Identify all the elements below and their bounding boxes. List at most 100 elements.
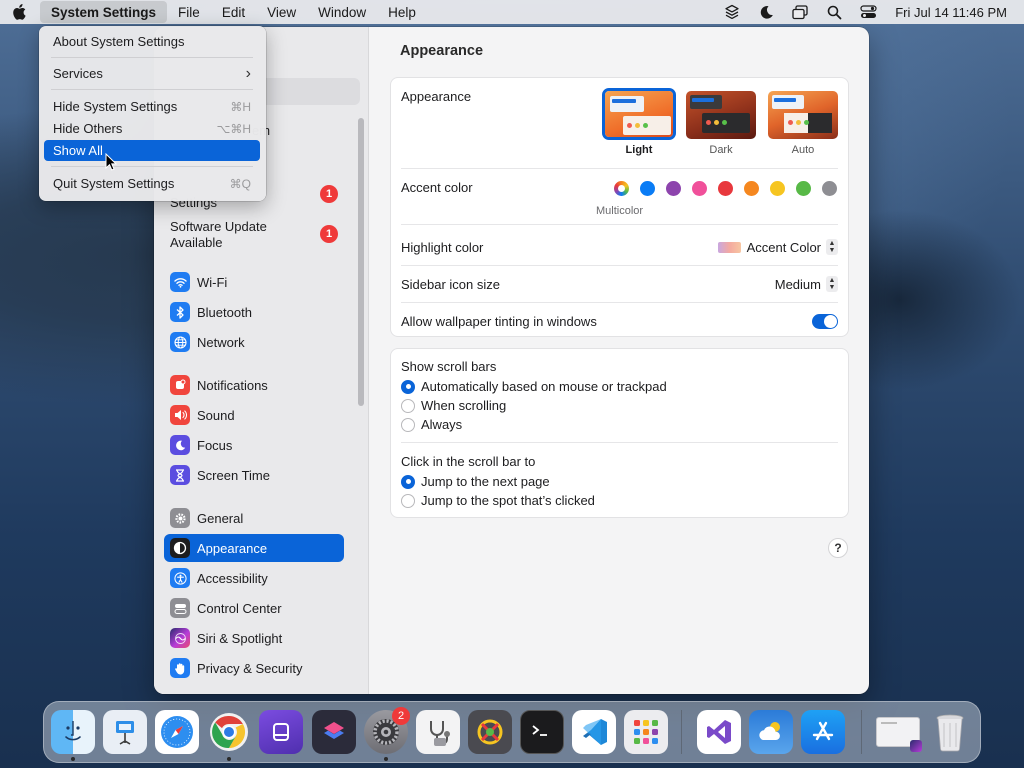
sidebar-item-wifi[interactable]: Wi-Fi xyxy=(164,268,344,296)
moon-icon xyxy=(170,435,190,455)
appearance-dark-option[interactable] xyxy=(686,91,756,139)
accent-purple-swatch[interactable] xyxy=(666,181,681,196)
icon-size-value: Medium xyxy=(774,276,821,292)
menu-item-hide[interactable]: Hide System Settings ⌘H xyxy=(44,96,260,117)
menu-view[interactable]: View xyxy=(256,1,307,23)
sidebar-item-bluetooth[interactable]: Bluetooth xyxy=(164,298,344,326)
chevron-updown-icon: ▲ ▼ xyxy=(826,239,838,255)
dock-separator xyxy=(681,710,682,754)
wifi-icon xyxy=(170,272,190,292)
sidebar-item-label: Bluetooth xyxy=(197,304,252,320)
sidebar-scrollbar[interactable] xyxy=(358,118,364,406)
appearance-icon xyxy=(170,538,190,558)
menu-item-label: Hide Others xyxy=(53,121,123,136)
sidebar-item-privacy-security[interactable]: Privacy & Security xyxy=(164,654,344,682)
accent-green-swatch[interactable] xyxy=(796,181,811,196)
help-button[interactable]: ? xyxy=(828,538,848,558)
menu-help[interactable]: Help xyxy=(377,1,427,23)
jump-next-page-option[interactable]: Jump to the next page xyxy=(401,474,550,489)
sidebar-item-control-center[interactable]: Control Center xyxy=(164,594,344,622)
highlight-color-label: Highlight color xyxy=(401,240,484,255)
chrome-icon[interactable] xyxy=(207,710,251,754)
scroll-when-scrolling-option[interactable]: When scrolling xyxy=(401,398,506,413)
sidebar-item-notifications[interactable]: Notifications xyxy=(164,371,344,399)
sidebar-item-accessibility[interactable]: Accessibility xyxy=(164,564,344,592)
sidebar-software-update[interactable]: Software Update Available xyxy=(170,219,267,251)
menu-item-services[interactable]: Services › xyxy=(44,63,260,84)
appearance-auto-label: Auto xyxy=(791,144,815,156)
sidebar-item-siri-spotlight[interactable]: Siri & Spotlight xyxy=(164,624,344,652)
weather-icon[interactable] xyxy=(749,710,793,754)
menu-item-about[interactable]: About System Settings xyxy=(44,31,260,52)
sidebar-item-sound[interactable]: Sound xyxy=(164,401,344,429)
menu-app-name[interactable]: System Settings xyxy=(40,1,168,23)
menu-window[interactable]: Window xyxy=(307,1,377,23)
vscode-icon[interactable] xyxy=(572,710,616,754)
menu-item-quit[interactable]: Quit System Settings ⌘Q xyxy=(44,173,260,194)
app-store-icon[interactable] xyxy=(801,710,845,754)
launchpad-icon[interactable] xyxy=(624,710,668,754)
accent-orange-swatch[interactable] xyxy=(744,181,759,196)
search-icon[interactable] xyxy=(817,0,851,24)
apple-menu-icon[interactable] xyxy=(0,0,38,24)
visual-studio-icon[interactable] xyxy=(697,710,741,754)
sidebar-item-screen-time[interactable]: Screen Time xyxy=(164,461,344,489)
divider xyxy=(401,224,838,225)
speaker-icon xyxy=(170,405,190,425)
menu-file[interactable]: File xyxy=(167,1,211,23)
moon-icon[interactable] xyxy=(749,0,783,24)
bluetooth-icon xyxy=(170,302,190,322)
menu-edit[interactable]: Edit xyxy=(211,1,256,23)
icon-size-popup[interactable]: Medium ▲ ▼ xyxy=(775,276,838,292)
sidebar-item-focus[interactable]: Focus xyxy=(164,431,344,459)
sidebar-item-label: Notifications xyxy=(197,377,268,393)
layers-icon[interactable] xyxy=(715,0,749,24)
scroll-auto-option[interactable]: Automatically based on mouse or trackpad xyxy=(401,379,667,394)
accent-pink-swatch[interactable] xyxy=(692,181,707,196)
terminal-icon[interactable] xyxy=(520,710,564,754)
keynote-icon[interactable] xyxy=(103,710,147,754)
windows-icon[interactable] xyxy=(783,0,817,24)
sidebar-item-label: Wi-Fi xyxy=(197,274,228,290)
wallpaper-tinting-toggle[interactable] xyxy=(812,314,838,329)
accent-graphite-swatch[interactable] xyxy=(822,181,837,196)
radio-label: Jump to the spot that’s clicked xyxy=(421,493,595,508)
accent-multicolor-swatch[interactable] xyxy=(614,181,629,196)
sidebar-item-label: Appearance xyxy=(197,540,268,556)
wallpaper-tinting-label: Allow wallpaper tinting in windows xyxy=(401,314,597,329)
appearance-light-option[interactable] xyxy=(602,88,676,140)
settings-badge: 1 xyxy=(320,185,338,203)
jump-to-spot-option[interactable]: Jump to the spot that’s clicked xyxy=(401,493,595,508)
accent-blue-swatch[interactable] xyxy=(640,181,655,196)
sidebar-item-network[interactable]: Network xyxy=(164,328,344,356)
control-center-icon[interactable] xyxy=(851,0,885,24)
accent-red-swatch[interactable] xyxy=(718,181,733,196)
accent-yellow-swatch[interactable] xyxy=(770,181,785,196)
accent-swatches xyxy=(614,181,844,197)
accent-color-label: Accent color xyxy=(401,180,473,195)
running-indicator xyxy=(227,757,231,761)
dock-separator xyxy=(861,710,862,754)
sidebar-item-general[interactable]: General xyxy=(164,504,344,532)
shortcuts-icon[interactable] xyxy=(312,710,356,754)
appearance-auto-option[interactable] xyxy=(768,91,838,139)
podcast-app-icon[interactable] xyxy=(259,710,303,754)
stethoscope-icon[interactable] xyxy=(416,710,460,754)
colors-icon[interactable] xyxy=(468,710,512,754)
sidebar-item-label: Control Center xyxy=(197,600,282,616)
scroll-always-option[interactable]: Always xyxy=(401,417,462,432)
sidebar-item-label: Network xyxy=(197,334,245,350)
window-preview-icon[interactable] xyxy=(876,710,922,754)
dock: 2 xyxy=(43,701,981,763)
divider xyxy=(401,442,838,443)
menu-clock[interactable]: Fri Jul 14 11:46 PM xyxy=(885,5,1024,20)
page-title: Appearance xyxy=(400,43,484,59)
radio-label: Automatically based on mouse or trackpad xyxy=(421,379,667,394)
finder-icon[interactable] xyxy=(51,710,95,754)
menu-item-show-all[interactable]: Show All xyxy=(44,140,260,161)
trash-icon[interactable] xyxy=(928,710,972,754)
safari-icon[interactable] xyxy=(155,710,199,754)
menu-item-hide-others[interactable]: Hide Others ⌥⌘H xyxy=(44,118,260,139)
highlight-color-popup[interactable]: Accent Color ▲ ▼ xyxy=(717,239,838,255)
sidebar-item-appearance[interactable]: Appearance xyxy=(164,534,344,562)
